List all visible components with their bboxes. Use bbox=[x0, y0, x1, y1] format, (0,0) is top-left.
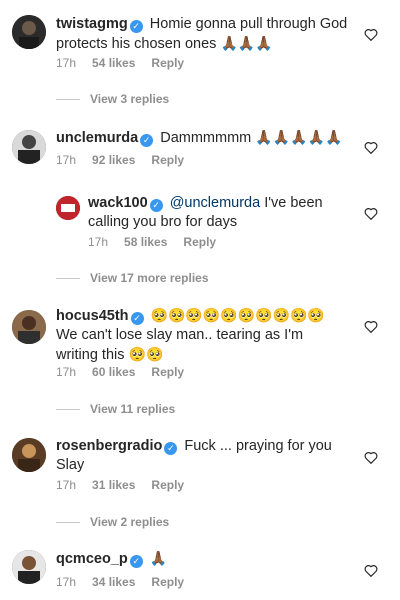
timestamp: 17h bbox=[88, 235, 109, 249]
view-replies-label[interactable]: View 3 replies bbox=[90, 92, 169, 106]
reply-button[interactable]: Reply bbox=[151, 575, 184, 589]
comment-meta: 17h 34 likes Reply bbox=[56, 575, 200, 589]
username[interactable]: wack100 bbox=[88, 195, 148, 211]
avatar[interactable] bbox=[12, 130, 46, 164]
likes-count[interactable]: 92 likes bbox=[92, 153, 135, 167]
verified-badge-icon: ✓ bbox=[164, 442, 178, 455]
emoji: 🥺🥺 bbox=[128, 346, 164, 362]
heart-icon[interactable] bbox=[364, 141, 378, 154]
likes-count[interactable]: 54 likes bbox=[92, 56, 135, 70]
heart-icon[interactable] bbox=[364, 320, 378, 333]
verified-badge-icon: ✓ bbox=[149, 199, 163, 212]
view-replies-button[interactable]: View 17 more replies bbox=[56, 271, 209, 285]
view-replies-button[interactable]: View 3 replies bbox=[56, 92, 169, 106]
comment-text: wack100 ✓ @unclemurda I've been calling y… bbox=[88, 194, 348, 232]
heart-icon[interactable] bbox=[364, 564, 378, 577]
likes-count[interactable]: 60 likes bbox=[92, 365, 135, 379]
reply-button[interactable]: Reply bbox=[151, 478, 184, 492]
username[interactable]: hocus45th bbox=[56, 308, 129, 324]
username[interactable]: qcmceo_p bbox=[56, 551, 128, 567]
comment-body: Dammmmmm bbox=[160, 130, 252, 146]
avatar[interactable] bbox=[12, 15, 46, 49]
view-replies-button[interactable]: View 2 replies bbox=[56, 515, 169, 529]
comment-body: We can't lose slay man.. tearing as I'm … bbox=[56, 327, 304, 363]
emoji: 🙏🏾🙏🏾🙏🏾 bbox=[220, 35, 273, 51]
verified-badge-icon: ✓ bbox=[129, 555, 143, 568]
emoji: 🙏🏾 bbox=[149, 550, 168, 566]
avatar[interactable] bbox=[12, 550, 46, 584]
emoji: 🙏🏾🙏🏾🙏🏾🙏🏾🙏🏾 bbox=[255, 129, 343, 145]
avatar[interactable] bbox=[12, 438, 46, 472]
comment-meta: 17h 31 likes Reply bbox=[56, 478, 200, 492]
comment-meta: 17h 58 likes Reply bbox=[88, 235, 232, 249]
view-replies-label[interactable]: View 11 replies bbox=[90, 402, 175, 416]
avatar[interactable] bbox=[12, 310, 46, 344]
timestamp: 17h bbox=[56, 153, 77, 167]
verified-badge-icon: ✓ bbox=[129, 20, 143, 33]
comment-meta: 17h 54 likes Reply bbox=[56, 56, 200, 70]
reply-button[interactable]: Reply bbox=[151, 56, 184, 70]
likes-count[interactable]: 31 likes bbox=[92, 478, 135, 492]
view-replies-button[interactable]: View 11 replies bbox=[56, 402, 175, 416]
timestamp: 17h bbox=[56, 365, 77, 379]
divider-line bbox=[56, 277, 80, 279]
emoji-line: 🥺🥺🥺🥺🥺🥺🥺🥺🥺🥺 bbox=[150, 307, 325, 323]
reply-button[interactable]: Reply bbox=[151, 365, 184, 379]
username[interactable]: twistagmg bbox=[56, 16, 128, 32]
timestamp: 17h bbox=[56, 56, 77, 70]
comment-meta: 17h 92 likes Reply bbox=[56, 153, 200, 167]
comment-text: rosenbergradio ✓ Fuck ... praying for you… bbox=[56, 437, 348, 475]
view-replies-label[interactable]: View 2 replies bbox=[90, 515, 169, 529]
divider-line bbox=[56, 98, 80, 100]
verified-badge-icon: ✓ bbox=[140, 134, 154, 147]
comment-text: unclemurda ✓ Dammmmmm 🙏🏾🙏🏾🙏🏾🙏🏾🙏🏾 bbox=[56, 128, 348, 148]
mention-link[interactable]: @unclemurda bbox=[170, 195, 260, 211]
verified-badge-icon: ✓ bbox=[130, 312, 144, 325]
heart-icon[interactable] bbox=[364, 207, 378, 220]
timestamp: 17h bbox=[56, 478, 77, 492]
likes-count[interactable]: 58 likes bbox=[124, 235, 167, 249]
comments-feed: twistagmg ✓ Homie gonna pull through God … bbox=[0, 0, 400, 600]
heart-icon[interactable] bbox=[364, 28, 378, 41]
likes-count[interactable]: 34 likes bbox=[92, 575, 135, 589]
heart-icon[interactable] bbox=[364, 451, 378, 464]
reply-button[interactable]: Reply bbox=[151, 153, 184, 167]
comment-text: twistagmg ✓ Homie gonna pull through God … bbox=[56, 15, 348, 54]
username[interactable]: rosenbergradio bbox=[56, 438, 162, 454]
comment-text: hocus45th ✓ 🥺🥺🥺🥺🥺🥺🥺🥺🥺🥺 We can't lose slay… bbox=[56, 306, 348, 365]
reply-button[interactable]: Reply bbox=[183, 235, 216, 249]
view-replies-label[interactable]: View 17 more replies bbox=[90, 271, 209, 285]
divider-line bbox=[56, 521, 80, 523]
comment-meta: 17h 60 likes Reply bbox=[56, 365, 200, 379]
timestamp: 17h bbox=[56, 575, 77, 589]
avatar[interactable] bbox=[56, 196, 80, 220]
comment-text: qcmceo_p ✓ 🙏🏾 bbox=[56, 549, 348, 569]
username[interactable]: unclemurda bbox=[56, 130, 138, 146]
divider-line bbox=[56, 408, 80, 410]
